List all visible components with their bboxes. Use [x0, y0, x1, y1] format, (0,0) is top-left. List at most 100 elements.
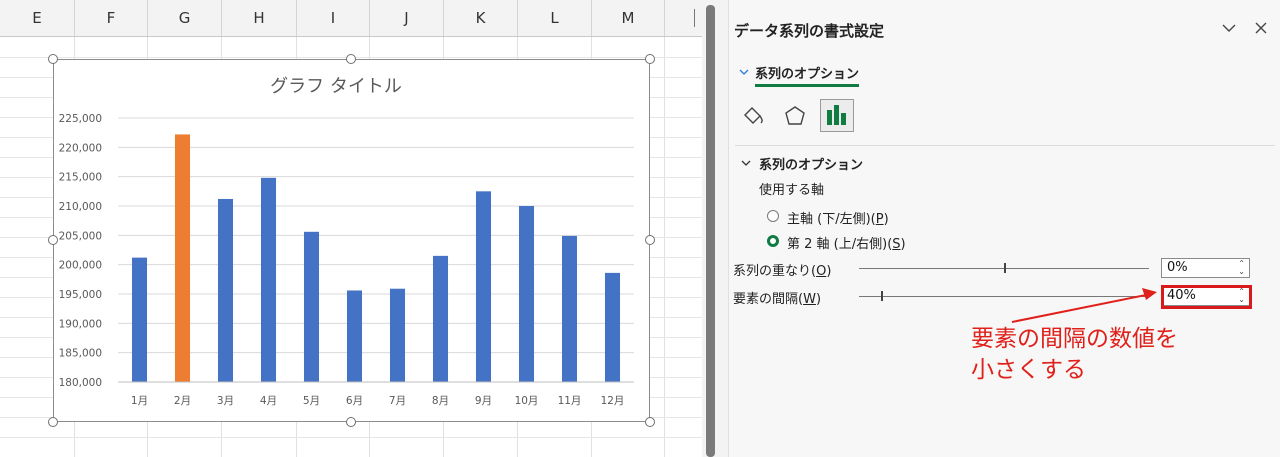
primary-axis-label: 主軸 (下/左側)(P): [787, 212, 889, 227]
secondary-axis-option[interactable]: 第 2 軸 (上/右側)(S): [767, 233, 967, 252]
column-header-extra: [694, 9, 703, 27]
chevron-down-icon: [741, 160, 751, 166]
chart-x-tick-label: 6月: [346, 395, 363, 407]
chart-y-tick-label: 220,000: [59, 142, 102, 154]
chart-y-tick-label: 185,000: [59, 348, 102, 360]
column-header-L[interactable]: L: [518, 0, 592, 36]
chart-resize-handle-bc[interactable]: [346, 417, 356, 427]
chart-gridlines: [118, 117, 634, 354]
format-data-series-pane: データ系列の書式設定 系列のオプション 系列のオプション 使用する軸 主軸 (下…: [728, 0, 1280, 457]
close-icon: [1255, 22, 1267, 34]
primary-axis-option[interactable]: 主軸 (下/左側)(P): [767, 208, 967, 227]
chart-x-tick-label: 3月: [217, 395, 234, 407]
pane-collapse-button[interactable]: [1219, 18, 1239, 38]
chart-resize-handle-tr[interactable]: [645, 54, 655, 64]
series-overlap-slider-thumb[interactable]: [1004, 263, 1006, 273]
chart-resize-handle-br[interactable]: [645, 417, 655, 427]
chart-resize-handle-ml[interactable]: [48, 235, 58, 245]
chart-bar-9月[interactable]: [475, 191, 492, 382]
chart-x-tick-label: 12月: [601, 395, 625, 407]
section-series-options[interactable]: 系列のオプション: [741, 154, 941, 173]
secondary-axis-label: 第 2 軸 (上/右側)(S): [787, 237, 906, 252]
column-header-I[interactable]: I: [297, 0, 370, 36]
chart-x-tick-label: 4月: [260, 395, 277, 407]
chart-bar-6月[interactable]: [346, 290, 363, 382]
pane-title: データ系列の書式設定: [734, 22, 885, 40]
chart-bar-10月[interactable]: [518, 206, 535, 382]
chart-bar-5月[interactable]: [303, 231, 320, 382]
chart-y-tick-label: 215,000: [59, 172, 102, 184]
chart-x-tick-label: 7月: [389, 395, 406, 407]
chart-y-tick-label: 180,000: [59, 377, 102, 389]
chart-bar-8月[interactable]: [432, 255, 449, 382]
vertical-scrollbar[interactable]: [706, 5, 715, 457]
chart-bar-11月[interactable]: [561, 235, 578, 382]
chart-y-tick-label: 205,000: [59, 230, 102, 242]
chart-y-tick-label: 225,000: [59, 113, 102, 125]
chart-x-tick-label: 9月: [475, 395, 492, 407]
gap-width-label: 要素の間隔(W): [733, 292, 822, 307]
highlight-box: [1161, 285, 1252, 309]
tab-series-options-label: 系列のオプション: [755, 67, 860, 82]
chevron-down-icon: [739, 69, 749, 75]
gap-width-slider-thumb[interactable]: [881, 291, 883, 301]
chart-title[interactable]: グラフ タイトル: [270, 76, 402, 97]
chart-bars: [131, 134, 621, 382]
chart-y-tick-label: 210,000: [59, 201, 102, 213]
chart-resize-handle-tl[interactable]: [48, 54, 58, 64]
series-overlap-input[interactable]: 0% ⌃ ⌄: [1161, 258, 1250, 278]
chart-y-tick-label: 195,000: [59, 289, 102, 301]
series-options-tab[interactable]: [820, 99, 854, 132]
column-header-M[interactable]: M: [592, 0, 665, 36]
secondary-axis-radio[interactable]: [767, 235, 779, 247]
annotation-text: 要素の間隔の数値を 小さくする: [971, 326, 1178, 383]
chart-bar-1月[interactable]: [131, 257, 148, 382]
bar-chart-icon: [827, 105, 846, 125]
chart-y-tick-label: 200,000: [59, 260, 102, 272]
chart-bar-12月[interactable]: [604, 272, 621, 382]
chart-bar-4月[interactable]: [260, 177, 277, 382]
series-overlap-label: 系列の重なり(O): [733, 264, 832, 279]
column-header-G[interactable]: G: [148, 0, 222, 36]
tab-active-underline: [755, 84, 859, 87]
chart-x-tick-label: 11月: [558, 395, 582, 407]
chart-resize-handle-bl[interactable]: [48, 417, 58, 427]
pane-close-button[interactable]: [1251, 18, 1271, 38]
fill-line-tab[interactable]: [739, 102, 767, 130]
chart-svg: グラフ タイトル 180,000 185,000 190,000 195,000 200…: [59, 76, 634, 407]
chart-bar-7月[interactable]: [389, 288, 406, 382]
paint-bucket-icon: [744, 107, 763, 124]
effects-tab[interactable]: [781, 102, 809, 130]
spin-arrows-icon[interactable]: ⌃ ⌄: [1238, 260, 1245, 276]
pane-separator: [735, 145, 1275, 146]
pentagon-icon: [785, 106, 805, 125]
chart-y-tick-label: 190,000: [59, 318, 102, 330]
chart-x-tick-label: 8月: [432, 395, 449, 407]
column-header-F[interactable]: F: [75, 0, 148, 36]
grid-line-horizontal: [0, 437, 702, 438]
gap-width-slider[interactable]: [859, 296, 1149, 297]
chart-bar-2月[interactable]: [174, 134, 191, 382]
column-header-K[interactable]: K: [444, 0, 518, 36]
series-overlap-value: 0%: [1167, 260, 1188, 275]
chart-resize-handle-mr[interactable]: [645, 235, 655, 245]
chevron-down-icon: [1222, 24, 1236, 32]
chart-area[interactable]: グラフ タイトル 180,000 185,000 190,000 195,000 200…: [53, 59, 650, 422]
grid-line-vertical: [664, 37, 665, 457]
column-header-J[interactable]: J: [370, 0, 444, 36]
chart-x-axis-labels: 1月 2月 3月 4月 5月 6月 7月 8月 9月 10月 11月 12月: [131, 395, 625, 407]
chart-x-tick-label: 2月: [174, 395, 191, 407]
column-header-row: EFGHIJKLM: [0, 0, 702, 37]
tab-series-options[interactable]: 系列のオプション: [739, 60, 859, 90]
chart-bar-3月[interactable]: [217, 198, 234, 382]
chart-x-tick-label: 5月: [303, 395, 320, 407]
section-series-options-label: 系列のオプション: [759, 158, 864, 173]
chart-x-tick-label: 1月: [131, 395, 148, 407]
spreadsheet-area[interactable]: EFGHIJKLM グラフ タイトル 180,000 185,000 190,000…: [0, 0, 702, 457]
column-header-H[interactable]: H: [222, 0, 297, 36]
primary-axis-radio[interactable]: [767, 210, 779, 222]
column-header-E[interactable]: E: [0, 0, 75, 36]
chart-resize-handle-tc[interactable]: [346, 54, 356, 64]
axis-label: 使用する軸: [759, 183, 825, 198]
chart-y-axis-labels: 180,000 185,000 190,000 195,000 200,000 205,0…: [59, 113, 102, 389]
